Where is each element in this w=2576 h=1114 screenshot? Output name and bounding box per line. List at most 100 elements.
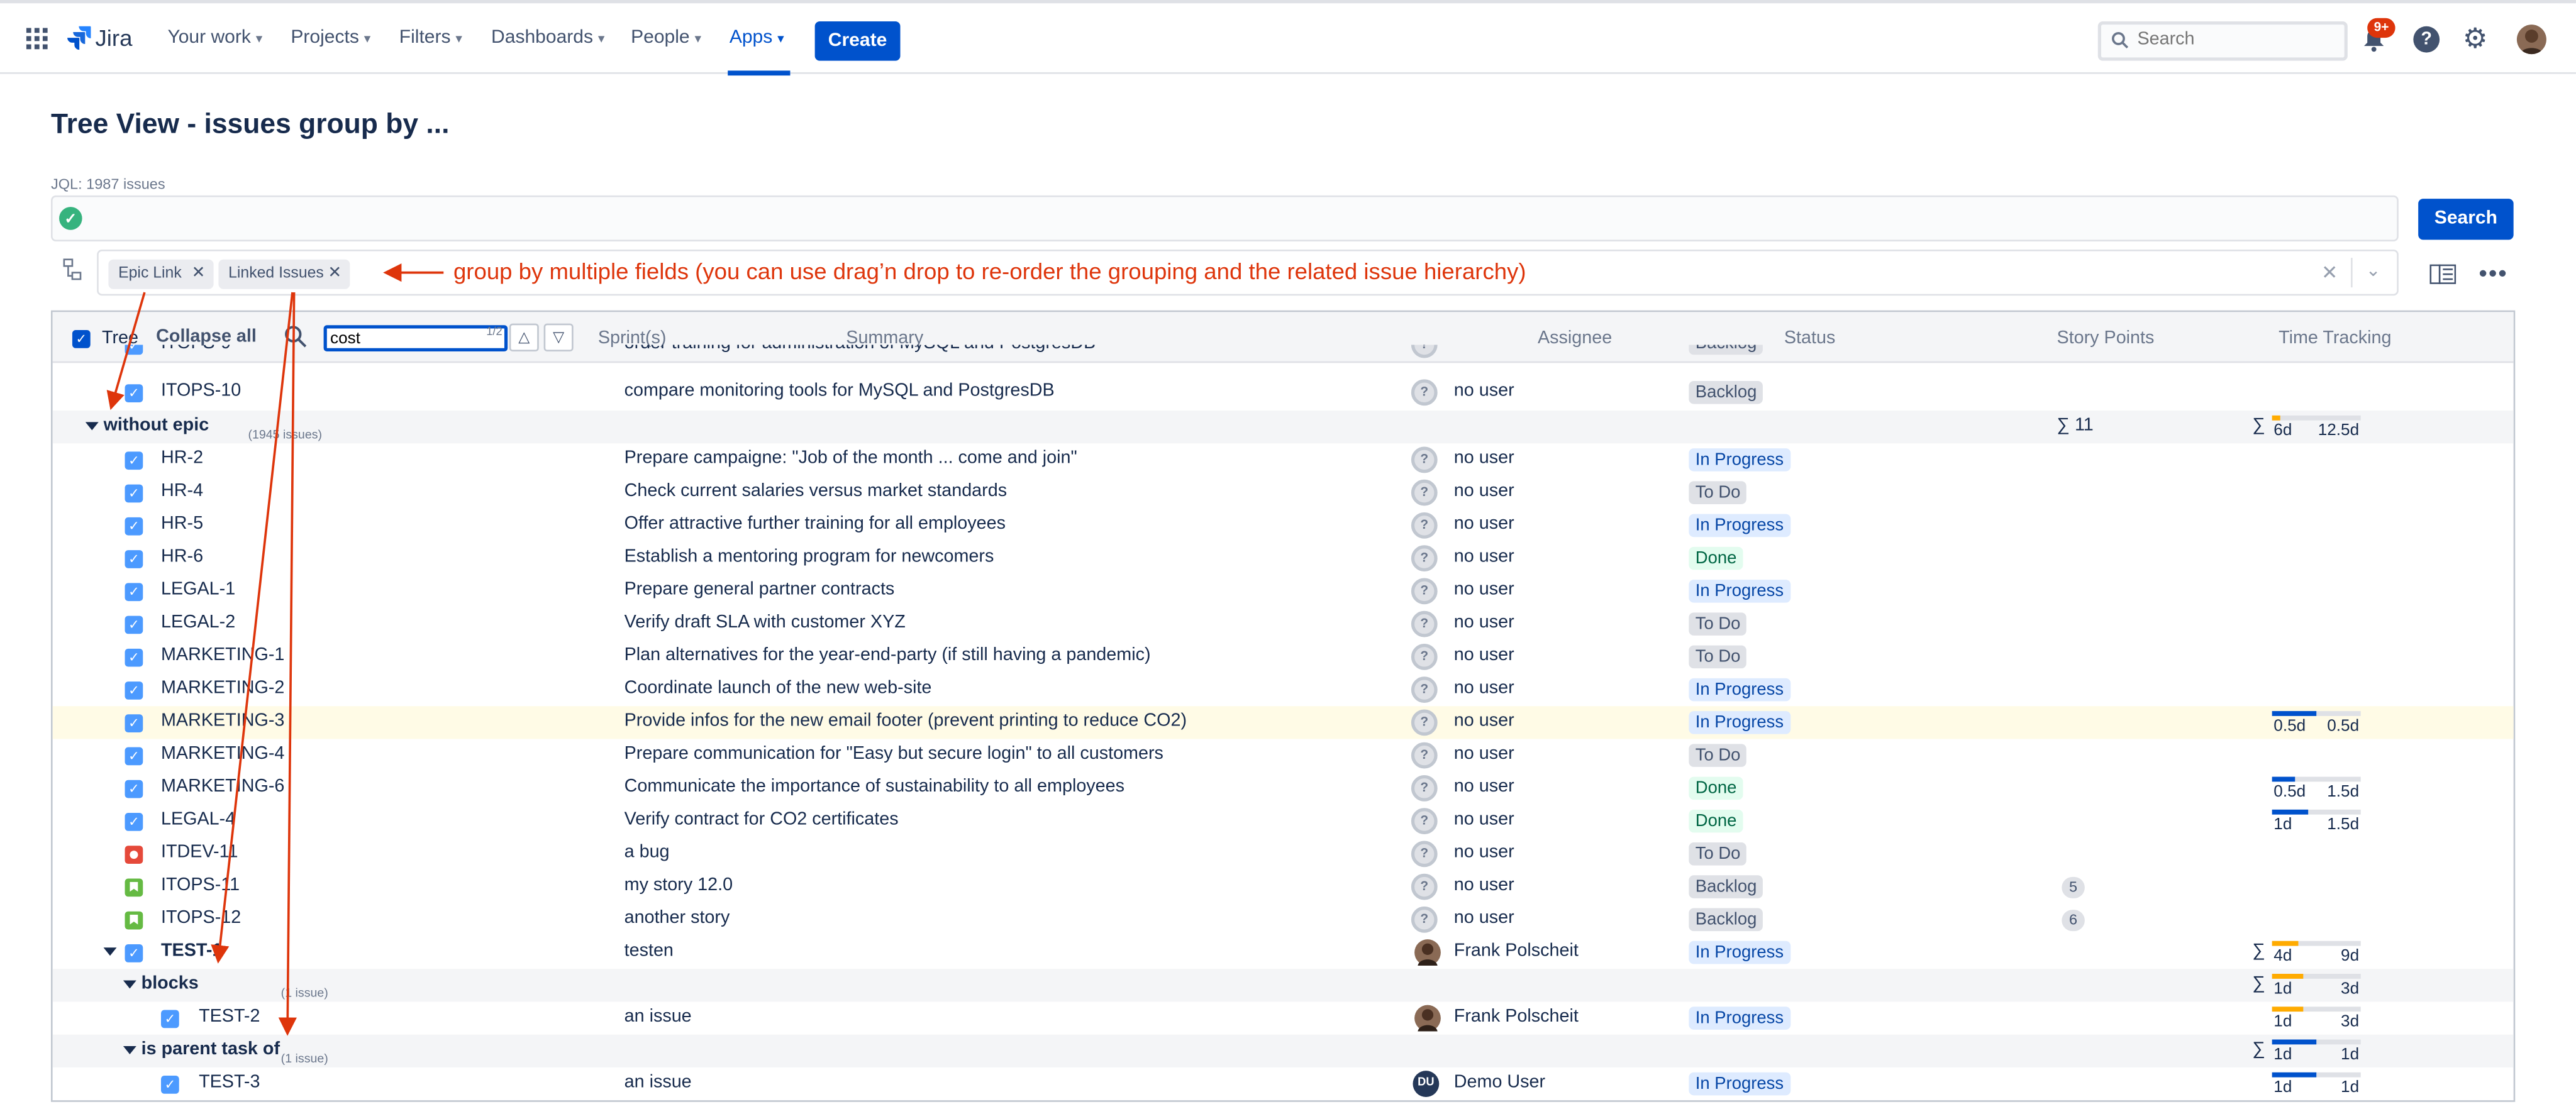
- status-lozenge[interactable]: To Do: [1689, 842, 1747, 866]
- select-chevron-down-icon[interactable]: ⌄: [2366, 260, 2381, 280]
- group-row[interactable]: without epic (1945 issues) ∑ 11 ∑ 6d 12.5d: [52, 411, 2514, 444]
- issue-key[interactable]: LEGAL-2: [161, 612, 235, 632]
- issue-key[interactable]: TEST-2: [199, 1006, 260, 1026]
- nav-apps[interactable]: Apps ▾: [730, 28, 784, 47]
- issue-key[interactable]: LEGAL-4: [161, 810, 235, 829]
- table-row-test-1[interactable]: ✓ TEST-1 testen Frank Polscheit In Progress ∑…: [53, 936, 2514, 969]
- status-lozenge[interactable]: In Progress: [1689, 448, 1790, 472]
- table-row-marketing-3[interactable]: ✓ MARKETING-3 Provide infos for the new em…: [52, 706, 2514, 739]
- issue-key[interactable]: MARKETING-2: [161, 678, 284, 698]
- group-chip-epic-link[interactable]: Epic Link ✕: [108, 259, 214, 289]
- jql-query-field[interactable]: ✓: [50, 195, 2399, 241]
- time-tracking-fill: [2272, 940, 2299, 946]
- layout-toggle-icon[interactable]: [2429, 264, 2457, 289]
- issue-key[interactable]: ITOPS-10: [161, 381, 241, 400]
- search-button[interactable]: Search: [2418, 199, 2514, 240]
- status-lozenge[interactable]: Done: [1689, 776, 1743, 800]
- status-lozenge[interactable]: In Progress: [1689, 514, 1790, 538]
- status-lozenge[interactable]: In Progress: [1689, 940, 1790, 964]
- issue-key[interactable]: HR-5: [161, 514, 203, 534]
- status-lozenge[interactable]: In Progress: [1689, 1006, 1790, 1030]
- status-lozenge[interactable]: Backlog: [1689, 381, 1763, 404]
- issue-key[interactable]: MARKETING-4: [161, 744, 284, 763]
- jira-logo-text[interactable]: Jira: [96, 25, 133, 51]
- status-lozenge[interactable]: In Progress: [1689, 1072, 1790, 1096]
- nav-filters[interactable]: Filters ▾: [399, 28, 462, 47]
- group-label[interactable]: is parent task of: [142, 1040, 280, 1059]
- table-row-legal-4[interactable]: ✓ LEGAL-4 Verify contract for CO2 certific…: [53, 805, 2514, 837]
- issue-key[interactable]: ITOPS-9: [161, 345, 231, 353]
- table-row-marketing-4[interactable]: ✓ MARKETING-4 Prepare communication for "E…: [53, 739, 2514, 771]
- issue-key[interactable]: ITOPS-11: [161, 875, 240, 895]
- unassigned-avatar: ?: [1411, 775, 1438, 802]
- link-type-group-row[interactable]: blocks (1 issue) ∑ 1d 3d: [52, 969, 2514, 1002]
- table-row-itops-10[interactable]: ✓ ITOPS-10 compare monitoring tools for My…: [53, 376, 2514, 409]
- table-row-partial[interactable]: ✓ ITOPS-9 order training for administrat…: [53, 345, 2514, 363]
- status-lozenge[interactable]: To Do: [1689, 481, 1747, 504]
- table-row-marketing-1[interactable]: ✓ MARKETING-1 Plan alternatives for the ye…: [53, 641, 2514, 673]
- remove-chip-icon[interactable]: ✕: [328, 260, 341, 289]
- unassigned-avatar: ?: [1411, 906, 1438, 933]
- table-row-legal-2[interactable]: ✓ LEGAL-2 Verify draft SLA with customer X…: [53, 608, 2514, 641]
- group-chip-linked-issues[interactable]: Linked Issues ✕: [218, 259, 350, 289]
- table-row-itops-11[interactable]: ITOPS-11 my story 12.0? no user Backlog 5: [53, 870, 2514, 903]
- app-switcher-icon[interactable]: [26, 28, 48, 50]
- issue-key[interactable]: HR-4: [161, 481, 203, 500]
- status-lozenge[interactable]: Backlog: [1689, 875, 1763, 898]
- hierarchy-icon[interactable]: [62, 258, 82, 285]
- status-lozenge[interactable]: In Progress: [1689, 711, 1790, 734]
- status-lozenge[interactable]: To Do: [1689, 612, 1747, 636]
- table-row-hr-6[interactable]: ✓ HR-6 Establish a mentoring program for n…: [53, 542, 2514, 575]
- issue-key[interactable]: MARKETING-3: [161, 711, 284, 731]
- table-row-itops-12[interactable]: ITOPS-12 another story? no user Backlog 6: [53, 903, 2514, 936]
- issue-key[interactable]: HR-6: [161, 547, 203, 566]
- jira-logo-icon[interactable]: [65, 25, 92, 51]
- nav-projects[interactable]: Projects ▾: [291, 28, 370, 47]
- issue-key[interactable]: MARKETING-6: [161, 777, 284, 797]
- profile-avatar[interactable]: [2516, 25, 2546, 55]
- issue-key[interactable]: MARKETING-1: [161, 646, 284, 665]
- collapse-all-button[interactable]: Collapse all: [156, 327, 257, 346]
- clear-select-icon[interactable]: ✕: [2321, 261, 2338, 284]
- expand-caret-icon[interactable]: [123, 980, 136, 989]
- global-search-box[interactable]: [2097, 21, 2348, 61]
- expand-caret-icon[interactable]: [85, 422, 99, 431]
- nav-your-work[interactable]: Your work ▾: [167, 28, 262, 47]
- issue-key[interactable]: LEGAL-1: [161, 580, 235, 599]
- status-lozenge[interactable]: To Do: [1689, 744, 1747, 767]
- expand-caret-icon[interactable]: [123, 1045, 136, 1055]
- status-lozenge[interactable]: To Do: [1689, 645, 1747, 669]
- remove-chip-icon[interactable]: ✕: [192, 260, 206, 289]
- table-row-marketing-2[interactable]: ✓ MARKETING-2 Coordinate launch of the new…: [53, 673, 2514, 706]
- more-options-icon[interactable]: •••: [2479, 260, 2508, 286]
- status-lozenge[interactable]: Done: [1689, 546, 1743, 570]
- issue-key[interactable]: ITOPS-12: [161, 908, 241, 928]
- table-row-hr-2[interactable]: ✓ HR-2 Prepare campaigne: "Job of the mont…: [53, 443, 2514, 476]
- issue-key[interactable]: HR-2: [161, 448, 203, 468]
- issue-key[interactable]: TEST-3: [199, 1073, 260, 1092]
- status-lozenge[interactable]: Done: [1689, 809, 1743, 833]
- status-lozenge[interactable]: In Progress: [1689, 580, 1790, 603]
- issue-key[interactable]: ITDEV-11: [161, 842, 238, 862]
- table-row-marketing-6[interactable]: ✓ MARKETING-6 Communicate the importance o…: [53, 772, 2514, 805]
- table-row-test-3[interactable]: ✓ TEST-3 an issue DU Demo User In Progress 1d…: [53, 1067, 2514, 1100]
- nav-dashboards[interactable]: Dashboards ▾: [491, 28, 604, 47]
- issue-summary: Check current salaries versus market sta…: [624, 481, 1008, 501]
- table-row-legal-1[interactable]: ✓ LEGAL-1 Prepare general partner contract…: [53, 575, 2514, 607]
- settings-gear-icon[interactable]: ⚙: [2463, 25, 2488, 52]
- link-type-group-row[interactable]: is parent task of (1 issue) ∑ 1d 1d: [52, 1034, 2514, 1067]
- table-row-hr-5[interactable]: ✓ HR-5 Offer attractive further training f…: [53, 509, 2514, 542]
- create-button[interactable]: Create: [814, 21, 901, 61]
- help-icon[interactable]: ?: [2413, 26, 2440, 53]
- global-search-input[interactable]: [2137, 30, 2334, 50]
- status-lozenge[interactable]: Backlog: [1689, 908, 1763, 932]
- nav-people[interactable]: People ▾: [631, 28, 701, 47]
- status-lozenge[interactable]: In Progress: [1689, 678, 1790, 702]
- issue-key[interactable]: TEST-1: [161, 941, 222, 961]
- table-row-hr-4[interactable]: ✓ HR-4 Check current salaries versus marke…: [53, 477, 2514, 509]
- group-label[interactable]: without epic: [104, 416, 209, 435]
- table-row-itdev-11[interactable]: ITDEV-11 a bug? no user To Do: [53, 837, 2514, 870]
- group-label[interactable]: blocks: [142, 974, 199, 993]
- table-row-test-2[interactable]: ✓ TEST-2 an issue Frank Polscheit In Progres…: [53, 1001, 2514, 1034]
- expand-caret-icon[interactable]: [103, 947, 117, 956]
